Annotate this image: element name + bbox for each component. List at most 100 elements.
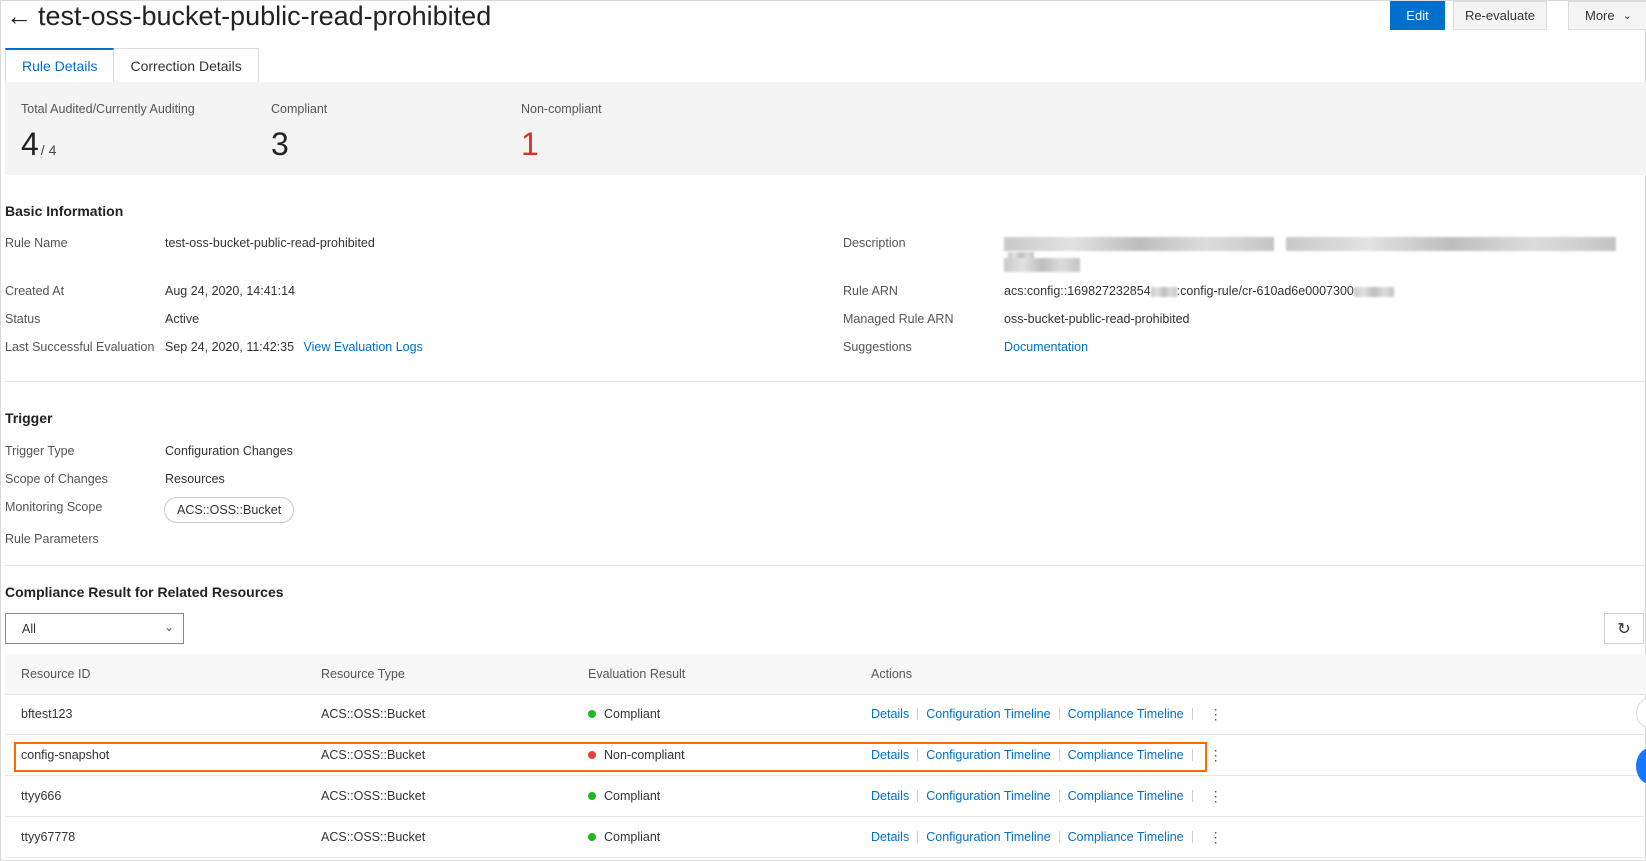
- last-evaluation-row: Sep 24, 2020, 11:42:35 View Evaluation L…: [165, 340, 423, 354]
- tab-rule-details[interactable]: Rule Details: [5, 48, 115, 82]
- status-dot-icon: [588, 750, 596, 759]
- scope-value: Resources: [165, 472, 225, 486]
- compliance-title: Compliance Result for Related Resources: [5, 584, 284, 600]
- resource-id-link[interactable]: ttyy666: [21, 789, 61, 803]
- more-vertical-icon[interactable]: ⋮: [1209, 748, 1223, 762]
- details-link[interactable]: Details: [871, 789, 909, 803]
- evaluation-result-text: Compliant: [604, 830, 661, 844]
- separator: [917, 708, 919, 720]
- last-evaluation-value: Sep 24, 2020, 11:42:35: [165, 340, 295, 354]
- separator: [1058, 790, 1060, 802]
- more-vertical-icon[interactable]: ⋮: [1209, 707, 1223, 721]
- evaluation-result: Compliant: [588, 789, 660, 803]
- chevron-down-icon: ⌄: [1622, 10, 1632, 22]
- compliance-timeline-link[interactable]: Compliance Timeline: [1068, 707, 1184, 721]
- compliance-timeline-link[interactable]: Compliance Timeline: [1068, 748, 1184, 762]
- resource-type-value: ACS::OSS::Bucket: [321, 707, 426, 721]
- more-button[interactable]: More ⌄: [1568, 1, 1646, 30]
- divider: [5, 381, 1646, 382]
- rule-arn-label: Rule ARN: [843, 284, 898, 298]
- col-resource-id: Resource ID: [21, 667, 91, 681]
- compliant-label: Compliant: [271, 102, 328, 116]
- trigger-type-label: Trigger Type: [5, 444, 75, 458]
- page-title: test-oss-bucket-public-read-prohibited: [38, 0, 492, 31]
- reevaluate-button[interactable]: Re-evaluate: [1453, 1, 1547, 30]
- last-evaluation-label: Last Successful Evaluation: [5, 340, 155, 354]
- result-filter-select[interactable]: All ⌄: [5, 613, 184, 644]
- details-link[interactable]: Details: [871, 748, 909, 762]
- row-actions: Details Configuration Timeline Compliance …: [871, 748, 1223, 762]
- documentation-link[interactable]: Documentation: [1004, 340, 1088, 354]
- compliant-value: 3: [271, 126, 289, 162]
- more-button-label: More: [1585, 8, 1615, 23]
- col-resource-type: Resource Type: [321, 667, 405, 681]
- chevron-down-icon: ⌄: [163, 620, 174, 634]
- compliance-timeline-link[interactable]: Compliance Timeline: [1068, 830, 1184, 844]
- configuration-timeline-link[interactable]: Configuration Timeline: [926, 707, 1050, 721]
- resource-id-link[interactable]: ttyy67778: [21, 830, 75, 844]
- resource-id-link[interactable]: bftest123: [21, 707, 72, 721]
- more-vertical-icon[interactable]: ⋮: [1209, 830, 1223, 844]
- page-header: ← test-oss-bucket-public-read-prohibited: [6, 0, 491, 32]
- tab-correction-details[interactable]: Correction Details: [114, 48, 259, 82]
- row-actions: Details Configuration Timeline Compliance …: [871, 707, 1223, 721]
- separator: [917, 790, 919, 802]
- redacted-block: [1353, 286, 1394, 297]
- basic-info-title: Basic Information: [5, 203, 124, 219]
- rule-arn-value: acs:config::169827232854:config-rule/cr-…: [1004, 284, 1394, 298]
- separator: [917, 749, 919, 761]
- edit-button[interactable]: Edit: [1390, 1, 1445, 30]
- separator: [1058, 831, 1060, 843]
- suggestions-label: Suggestions: [843, 340, 912, 354]
- table-row: bftest123 ACS::OSS::Bucket Compliant Detail…: [5, 694, 1646, 735]
- status-dot-icon: [588, 709, 596, 718]
- table-header: Resource ID Resource Type Evaluation Res…: [5, 654, 1646, 695]
- noncompliant-label: Non-compliant: [521, 102, 602, 116]
- configuration-timeline-link[interactable]: Configuration Timeline: [926, 830, 1050, 844]
- monitoring-scope-tag: ACS::OSS::Bucket: [164, 497, 295, 523]
- evaluation-result-text: Non-compliant: [604, 748, 685, 762]
- rule-arn-prefix: acs:config::169827232854: [1004, 284, 1151, 298]
- separator: [1058, 708, 1060, 720]
- total-audited-label: Total Audited/Currently Auditing: [21, 102, 195, 116]
- resource-type-value: ACS::OSS::Bucket: [321, 748, 426, 762]
- row-actions: Details Configuration Timeline Compliance …: [871, 789, 1223, 803]
- separator: [1191, 790, 1193, 802]
- rule-name-value: test-oss-bucket-public-read-prohibited: [165, 236, 375, 250]
- refresh-button[interactable]: ↻: [1604, 613, 1644, 644]
- table-row: ttyy67778 ACS::OSS::Bucket Compliant Detail…: [5, 817, 1646, 858]
- separator: [1191, 749, 1193, 761]
- col-actions: Actions: [871, 667, 912, 681]
- details-link[interactable]: Details: [871, 707, 909, 721]
- created-at-label: Created At: [5, 284, 65, 298]
- redacted-block: [1150, 286, 1177, 297]
- total-auditing-number: / 4: [40, 142, 57, 158]
- row-actions: Details Configuration Timeline Compliance …: [871, 830, 1223, 844]
- description-label: Description: [843, 236, 906, 250]
- managed-rule-arn-value: oss-bucket-public-read-prohibited: [1004, 312, 1190, 326]
- compliance-timeline-link[interactable]: Compliance Timeline: [1068, 789, 1184, 803]
- total-audited-number: 4: [21, 126, 39, 162]
- evaluation-result-text: Compliant: [604, 789, 661, 803]
- configuration-timeline-link[interactable]: Configuration Timeline: [926, 789, 1050, 803]
- divider: [5, 565, 1646, 566]
- description-redacted-line2: [1004, 256, 1080, 272]
- refresh-icon: ↻: [1617, 620, 1631, 638]
- evaluation-result-text: Compliant: [604, 707, 661, 721]
- table-row: ttyy666 ACS::OSS::Bucket Compliant Details C…: [5, 776, 1646, 817]
- status-label: Status: [5, 312, 41, 326]
- configuration-timeline-link[interactable]: Configuration Timeline: [926, 748, 1050, 762]
- redacted-block: [1004, 257, 1080, 272]
- resource-id-link[interactable]: config-snapshot: [21, 748, 109, 762]
- separator: [1058, 749, 1060, 761]
- separator: [917, 831, 919, 843]
- scope-label: Scope of Changes: [5, 472, 108, 486]
- more-vertical-icon[interactable]: ⋮: [1209, 789, 1223, 803]
- tab-bar: Rule Details Correction Details: [5, 48, 259, 82]
- view-evaluation-logs-link[interactable]: View Evaluation Logs: [304, 340, 423, 354]
- back-arrow-icon[interactable]: ←: [6, 1, 32, 32]
- result-filter-value: All: [22, 621, 36, 636]
- details-link[interactable]: Details: [871, 830, 909, 844]
- resource-type-value: ACS::OSS::Bucket: [321, 789, 426, 803]
- monitoring-scope-label: Monitoring Scope: [5, 500, 103, 514]
